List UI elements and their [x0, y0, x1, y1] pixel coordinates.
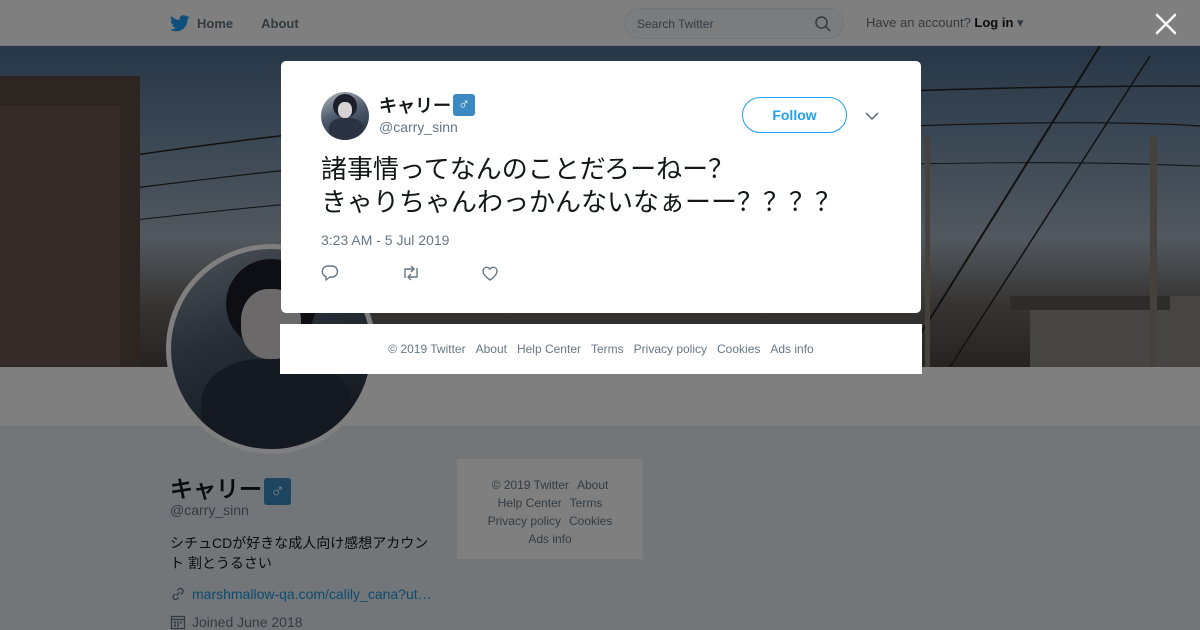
tweet-text: 諸事情ってなんのことだろーねー？ きゃりちゃんわっかんないなぁーー？？？？ — [321, 154, 842, 217]
chevron-down-icon[interactable] — [863, 107, 881, 125]
modal-footer-privacy-link[interactable]: Privacy policy — [634, 342, 707, 356]
retweet-button[interactable] — [401, 263, 481, 283]
reply-icon — [321, 265, 339, 281]
modal-footer-ads-link[interactable]: Ads info — [770, 342, 813, 356]
tweet-modal: キャリー ♂ @carry_sinn Follow 諸事情ってなんのことだろーねー… — [281, 61, 921, 313]
tweet-actions — [321, 263, 561, 283]
modal-footer-help-link[interactable]: Help Center — [517, 342, 581, 356]
modal-footer: © 2019 Twitter About Help Center Terms P… — [280, 324, 922, 374]
male-sign-icon: ♂ — [453, 94, 475, 116]
tweet-author-name[interactable]: キャリー ♂ — [379, 92, 475, 118]
modal-footer-terms-link[interactable]: Terms — [591, 342, 624, 356]
modal-footer-copyright: © 2019 Twitter — [388, 342, 466, 356]
modal-footer-about-link[interactable]: About — [476, 342, 507, 356]
retweet-icon — [404, 265, 418, 281]
close-icon[interactable] — [1154, 12, 1178, 36]
tweet-author-name-text: キャリー — [379, 96, 451, 116]
follow-button[interactable]: Follow — [742, 97, 847, 133]
tweet-timestamp[interactable]: 3:23 AM - 5 Jul 2019 — [321, 232, 449, 248]
avatar-face — [338, 102, 352, 118]
avatar-body — [329, 118, 363, 140]
heart-icon — [482, 266, 498, 281]
tweet-author-handle[interactable]: @carry_sinn — [379, 119, 458, 135]
tweet-author-avatar[interactable] — [321, 92, 369, 140]
like-button[interactable] — [481, 263, 561, 283]
modal-footer-cookies-link[interactable]: Cookies — [717, 342, 760, 356]
reply-button[interactable] — [321, 263, 401, 283]
